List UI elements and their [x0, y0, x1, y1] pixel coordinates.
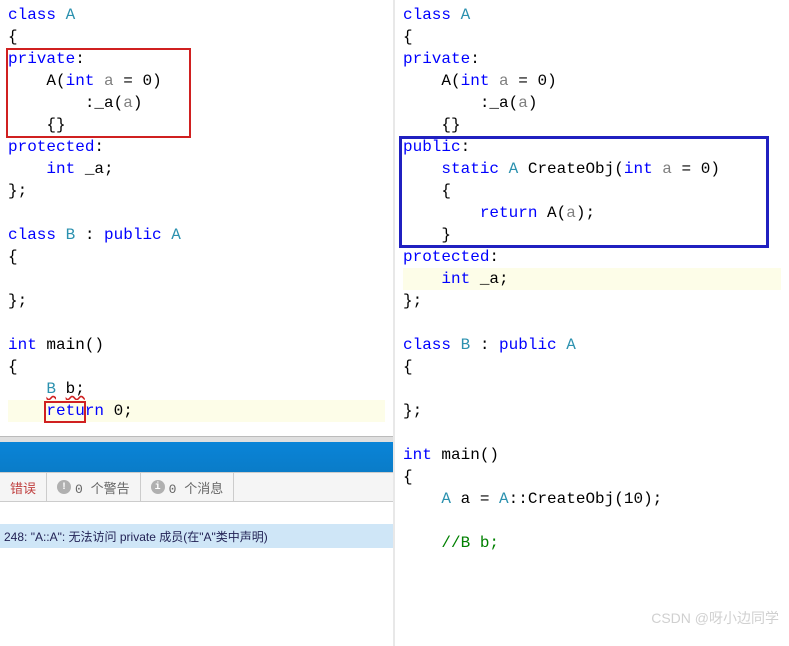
brace: {: [8, 246, 385, 268]
watermark-text: CSDN @呀小边同学: [651, 608, 779, 628]
kw-return: return: [480, 204, 538, 222]
type-B: B: [66, 226, 76, 244]
brace: }: [441, 226, 451, 244]
kw-class: class: [8, 226, 56, 244]
close-paren: ): [710, 160, 720, 178]
member-a: _a;: [85, 160, 114, 178]
ctor-name: A: [441, 72, 451, 90]
colon: :: [470, 336, 499, 354]
warnings-text: 0 个警告: [75, 478, 130, 497]
class-close: };: [8, 180, 385, 202]
kw-protected: protected: [403, 248, 489, 266]
right-code: class A { private: A(int a = 0) :_a(a) {…: [395, 0, 789, 558]
var-b-error: b;: [66, 380, 85, 398]
kw-class: class: [403, 336, 451, 354]
kw-public: public: [104, 226, 162, 244]
semi: ;: [123, 402, 133, 420]
empty-body: {}: [46, 116, 65, 134]
close: );: [576, 204, 595, 222]
blue-bar: [0, 442, 393, 472]
brace: {: [8, 26, 385, 48]
brace: {: [403, 26, 781, 48]
left-code-pane: class A { private: A(int a = 0) :_a(a) {…: [0, 0, 395, 646]
kw-class: class: [8, 6, 56, 24]
call: ::CreateObj(10);: [509, 490, 663, 508]
colon: :: [75, 226, 104, 244]
type-B-error: B: [46, 380, 56, 398]
ctor-A: A: [547, 204, 557, 222]
init-close: ): [133, 94, 143, 112]
kw-int: int: [461, 72, 490, 90]
fn-create: CreateObj(: [528, 160, 624, 178]
kw-return: return: [46, 402, 104, 420]
zero: 0: [701, 160, 711, 178]
tab-warnings[interactable]: ! 0 个警告: [47, 473, 141, 501]
type-A: A: [499, 490, 509, 508]
kw-int: int: [66, 72, 95, 90]
tab-messages[interactable]: i 0 个消息: [141, 473, 235, 501]
ctor-name: A: [46, 72, 56, 90]
warning-icon: !: [57, 480, 71, 494]
zero: 0: [142, 72, 152, 90]
class-close: };: [403, 290, 781, 312]
var-a: a =: [461, 490, 499, 508]
fn-main: main(): [441, 446, 499, 464]
class-close: };: [8, 290, 385, 312]
kw-int: int: [403, 446, 432, 464]
kw-protected: protected: [8, 138, 94, 156]
brace: {: [8, 356, 385, 378]
type-A: A: [66, 6, 76, 24]
zero: 0: [114, 402, 124, 420]
kw-private: private: [403, 50, 470, 68]
kw-private: private: [8, 50, 75, 68]
status-bar: 错误 ! 0 个警告 i 0 个消息 248: "A::A": 无法访问 priva…: [0, 436, 393, 548]
errors-label: 错误: [10, 478, 36, 497]
type-A: A: [461, 6, 471, 24]
messages-text: 0 个消息: [169, 478, 224, 497]
type-B: B: [461, 336, 471, 354]
eq: =: [672, 160, 701, 178]
kw-int: int: [441, 270, 470, 288]
param-a: a: [499, 72, 509, 90]
param-a: a: [104, 72, 114, 90]
class-close: };: [403, 400, 781, 422]
right-code-pane: class A { private: A(int a = 0) :_a(a) {…: [395, 0, 789, 646]
brace: {: [441, 182, 451, 200]
kw-int: int: [624, 160, 653, 178]
kw-public: public: [499, 336, 557, 354]
kw-class: class: [403, 6, 451, 24]
kw-static: static: [441, 160, 499, 178]
tab-errors[interactable]: 错误: [0, 473, 47, 501]
brace: {: [403, 466, 781, 488]
kw-int: int: [8, 336, 37, 354]
tabs-row: 错误 ! 0 个警告 i 0 个消息: [0, 472, 393, 502]
empty-body: {}: [441, 116, 460, 134]
eq: =: [114, 72, 143, 90]
member-a: _a;: [480, 270, 509, 288]
type-A: A: [566, 336, 576, 354]
left-code: class A { private: A(int a = 0) :_a(a) {…: [0, 0, 393, 426]
init-list: :_a(: [85, 94, 123, 112]
kw-public: public: [403, 138, 461, 156]
kw-int: int: [46, 160, 75, 178]
comment-bb: //B b;: [441, 534, 499, 552]
error-message-row[interactable]: 248: "A::A": 无法访问 private 成员(在"A"类中声明): [0, 524, 393, 548]
type-A: A: [441, 490, 451, 508]
eq: =: [509, 72, 538, 90]
init-a: a: [518, 94, 528, 112]
type-A: A: [171, 226, 181, 244]
init-a: a: [123, 94, 133, 112]
open-paren: (: [557, 204, 567, 222]
brace: {: [403, 356, 781, 378]
zero: 0: [537, 72, 547, 90]
fn-main: main(): [46, 336, 104, 354]
info-icon: i: [151, 480, 165, 494]
init-list: :_a(: [480, 94, 518, 112]
init-close: ): [528, 94, 538, 112]
type-A: A: [509, 160, 519, 178]
param-a: a: [662, 160, 672, 178]
arg-a: a: [566, 204, 576, 222]
